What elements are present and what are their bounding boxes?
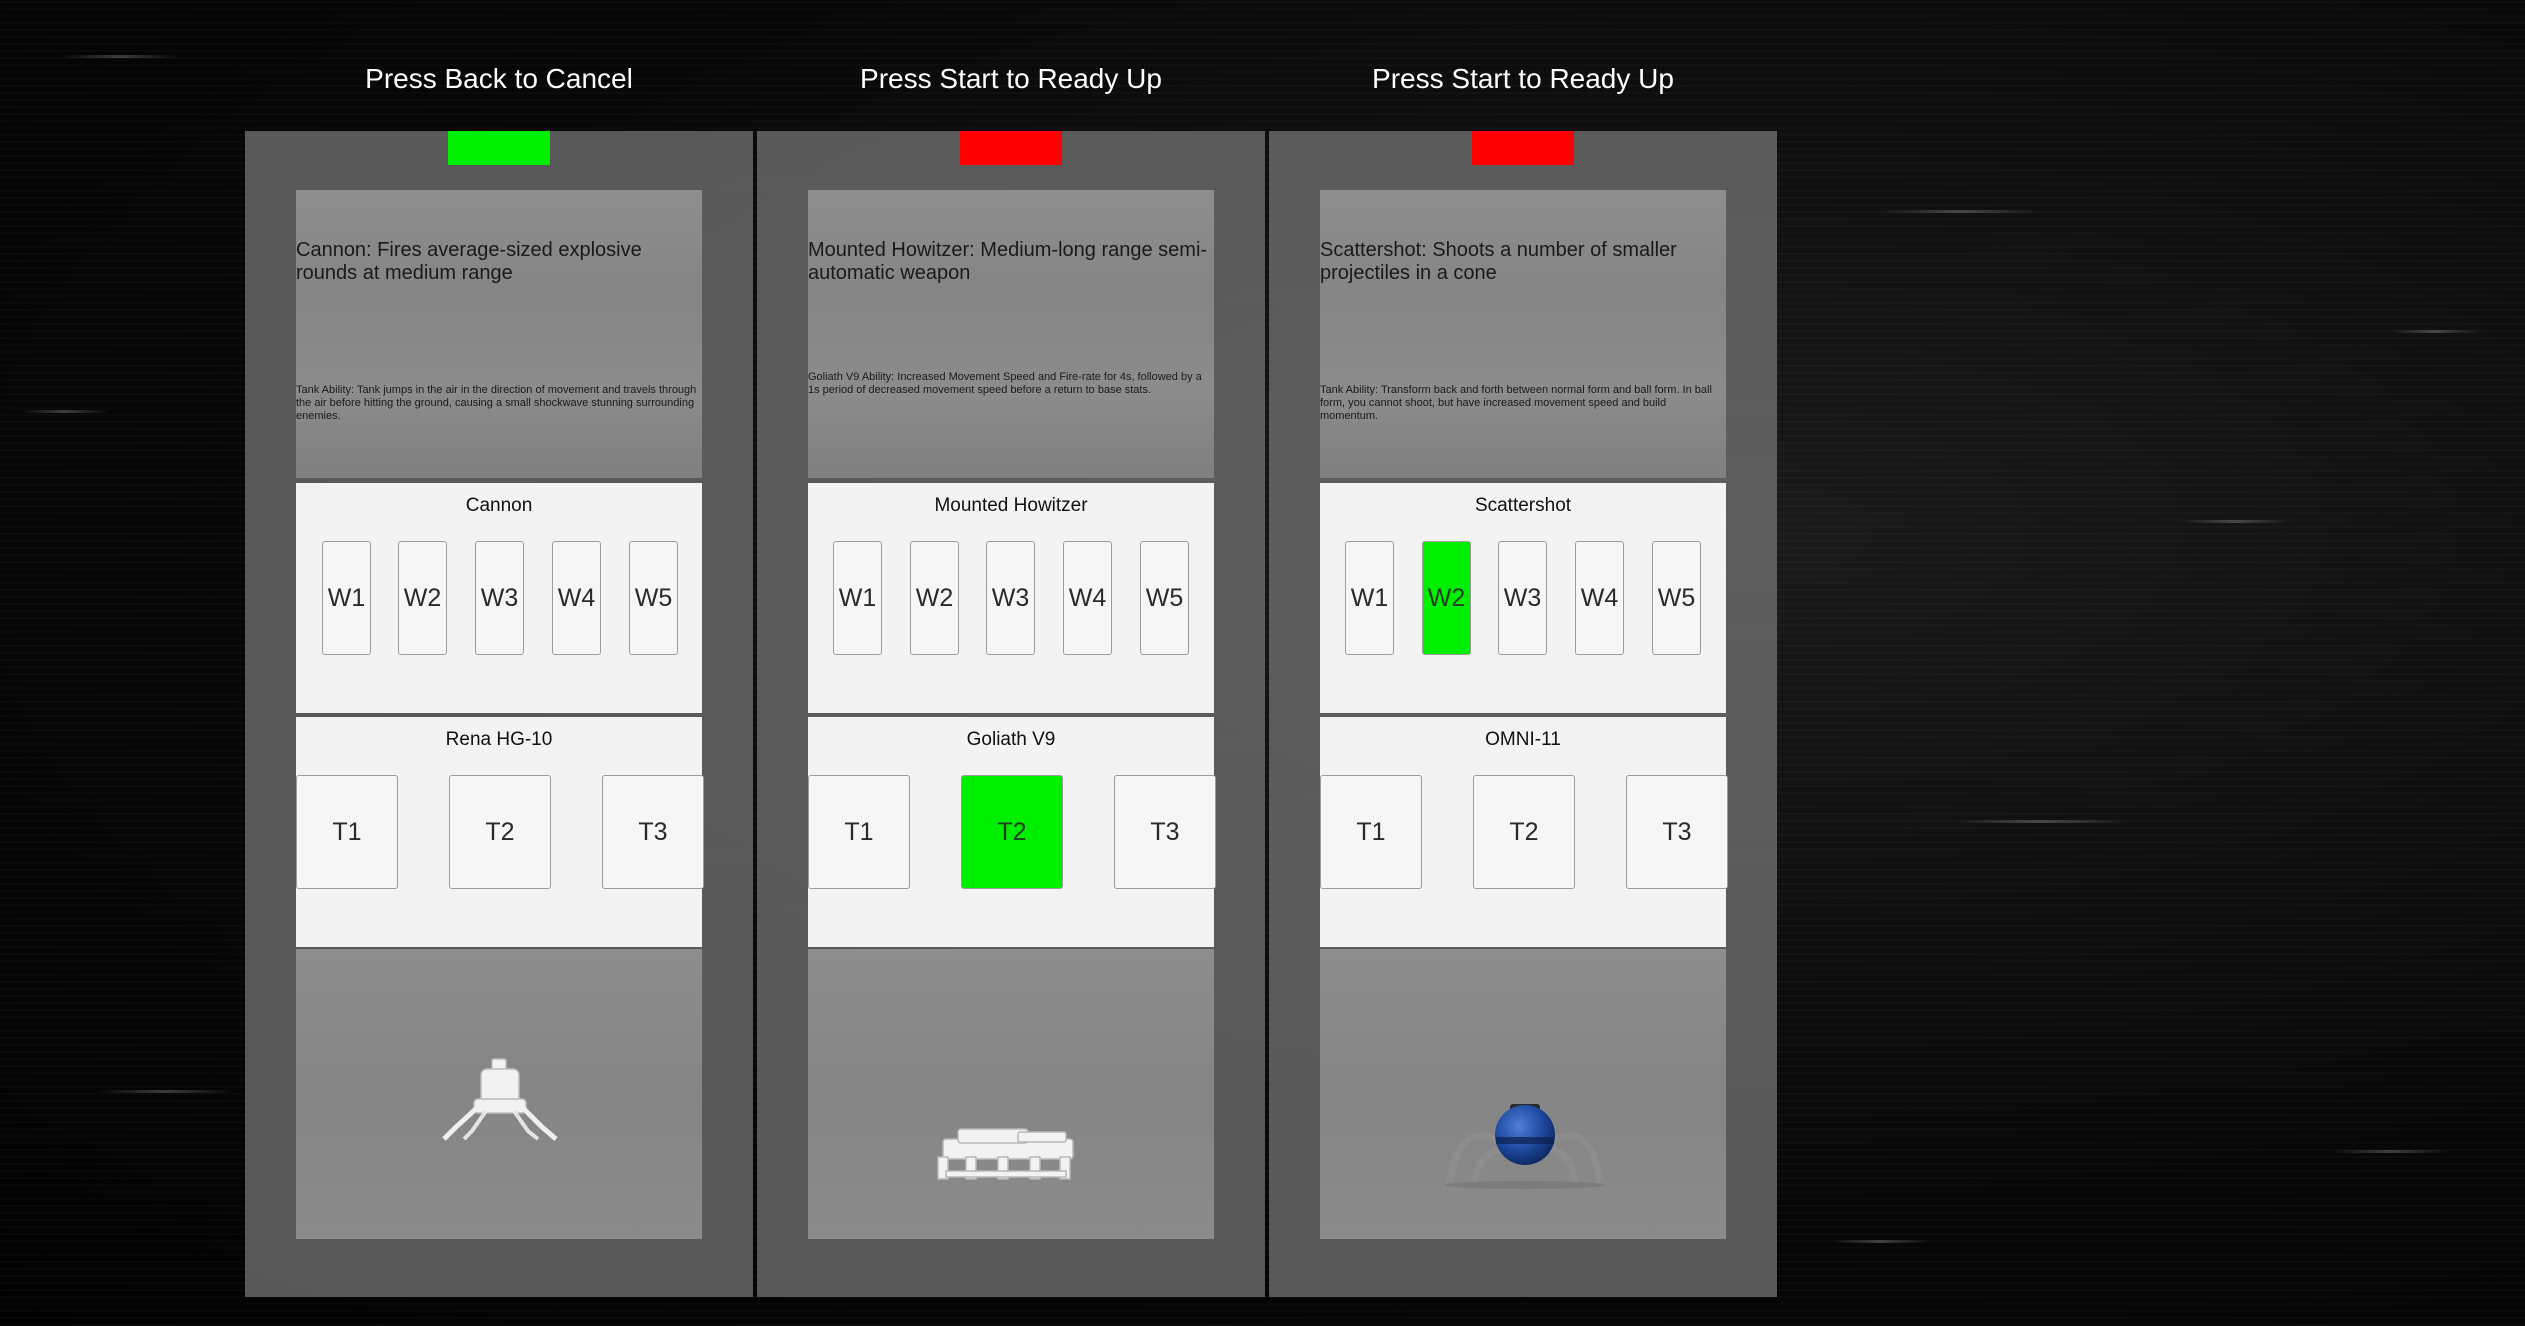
heavy-tank-model xyxy=(937,1128,1074,1180)
tank-selector: OMNI-11 T1 T2 T3 xyxy=(1320,717,1728,947)
background-streak xyxy=(1880,210,2040,213)
weapon-button-w4[interactable]: W4 xyxy=(1575,541,1624,655)
weapon-button-w5[interactable]: W5 xyxy=(629,541,678,655)
tank-button-t2[interactable]: T2 xyxy=(961,775,1063,889)
ready-indicator xyxy=(448,131,550,165)
background-streak xyxy=(95,1090,235,1093)
background-streak xyxy=(60,55,180,58)
tank-button-t3[interactable]: T3 xyxy=(602,775,704,889)
spider-ball-tank-model xyxy=(1445,1104,1605,1189)
weapon-button-w1[interactable]: W1 xyxy=(833,541,882,655)
tank-name: OMNI-11 xyxy=(1485,729,1561,750)
weapon-selector: Scattershot W1 W2 W3 W4 W5 xyxy=(1320,483,1726,713)
player-1-panel: Press Back to Cancel Cannon: Fires avera… xyxy=(245,63,753,1297)
weapon-button-w2[interactable]: W2 xyxy=(1422,541,1471,655)
tank-name: Goliath V9 xyxy=(966,729,1056,750)
background-streak xyxy=(1830,1240,1930,1243)
weapon-description: Mounted Howitzer: Medium-long range semi… xyxy=(808,239,1208,284)
tank-button-t2[interactable]: T2 xyxy=(449,775,551,889)
player-2-prompt: Press Start to Ready Up xyxy=(860,63,1162,94)
weapon-button-w4[interactable]: W4 xyxy=(1063,541,1112,655)
weapon-description: Scattershot: Shoots a number of smaller … xyxy=(1320,239,1677,284)
player-2-panel: Press Start to Ready Up Mounted Howitzer… xyxy=(757,63,1265,1297)
ready-indicator xyxy=(1472,131,1574,165)
weapon-button-w1[interactable]: W1 xyxy=(1345,541,1394,655)
tank-ability-description: Goliath V9 Ability: Increased Movement S… xyxy=(808,371,1202,396)
weapon-button-w5[interactable]: W5 xyxy=(1652,541,1701,655)
tank-selector: Goliath V9 T1 T2 T3 xyxy=(808,717,1216,947)
weapon-name: Scattershot xyxy=(1474,495,1572,516)
tank-button-t3[interactable]: T3 xyxy=(1626,775,1728,889)
description-box: Scattershot: Shoots a number of smaller … xyxy=(1320,190,1726,478)
weapon-button-w1[interactable]: W1 xyxy=(322,541,371,655)
player-3-prompt: Press Start to Ready Up xyxy=(1372,63,1674,94)
weapon-selector: Mounted Howitzer W1 W2 W3 W4 W5 xyxy=(808,483,1214,713)
tank-button-t1[interactable]: T1 xyxy=(296,775,398,889)
weapon-button-w4[interactable]: W4 xyxy=(552,541,601,655)
player-3-panel: Press Start to Ready Up Scattershot: Sho… xyxy=(1269,63,1777,1297)
weapon-button-w2[interactable]: W2 xyxy=(910,541,959,655)
tank-preview xyxy=(296,949,702,1239)
background-streak xyxy=(2330,1150,2450,1153)
tank-button-t1[interactable]: T1 xyxy=(808,775,910,889)
weapon-button-w3[interactable]: W3 xyxy=(475,541,524,655)
tank-ability-description: Tank Ability: Transform back and forth b… xyxy=(1320,384,1712,422)
background-streak xyxy=(1950,820,2130,823)
background-streak xyxy=(20,410,110,413)
weapon-button-w5[interactable]: W5 xyxy=(1140,541,1189,655)
player-1-prompt: Press Back to Cancel xyxy=(365,63,633,94)
tank-preview xyxy=(1320,949,1726,1239)
weapon-description: Cannon: Fires average-sized explosive ro… xyxy=(296,239,642,284)
tank-preview xyxy=(808,949,1214,1239)
background-streak xyxy=(2390,330,2480,333)
tank-button-t1[interactable]: T1 xyxy=(1320,775,1422,889)
background-streak xyxy=(2180,520,2290,523)
weapon-button-w3[interactable]: W3 xyxy=(986,541,1035,655)
weapon-name: Mounted Howitzer xyxy=(934,495,1088,516)
tank-selector: Rena HG-10 T1 T2 T3 xyxy=(296,717,704,947)
tank-button-t3[interactable]: T3 xyxy=(1114,775,1216,889)
tank-button-t2[interactable]: T2 xyxy=(1473,775,1575,889)
walker-tank-model xyxy=(442,1058,558,1141)
ready-indicator xyxy=(960,131,1062,165)
tank-ability-description: Tank Ability: Tank jumps in the air in t… xyxy=(296,384,697,422)
description-box: Mounted Howitzer: Medium-long range semi… xyxy=(808,190,1214,478)
weapon-name: Cannon xyxy=(465,495,533,516)
description-box: Cannon: Fires average-sized explosive ro… xyxy=(296,190,702,478)
tank-select-screen: Press Back to Cancel Cannon: Fires avera… xyxy=(0,0,2525,1326)
weapon-selector: Cannon W1 W2 W3 W4 W5 xyxy=(296,483,702,713)
weapon-button-w2[interactable]: W2 xyxy=(398,541,447,655)
tank-name: Rena HG-10 xyxy=(445,729,553,750)
weapon-button-w3[interactable]: W3 xyxy=(1498,541,1547,655)
